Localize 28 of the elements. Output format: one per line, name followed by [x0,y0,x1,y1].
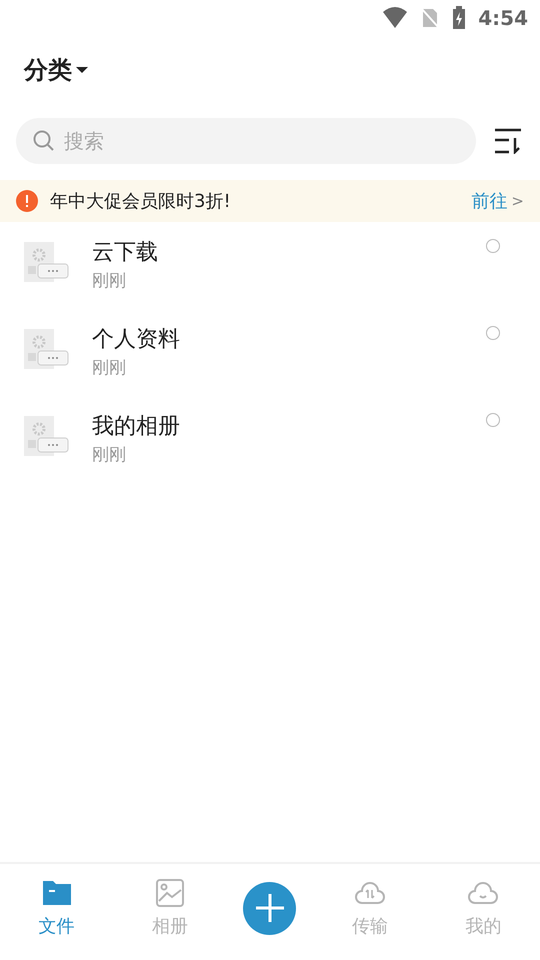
file-time: 刚刚 [92,444,127,467]
file-row[interactable]: 云下载 刚刚 [0,222,540,309]
category-dropdown[interactable]: 分类 [24,52,88,88]
search-field[interactable]: 搜索 [16,118,476,164]
nav-tab[interactable]: 文件 [16,876,97,940]
plus-icon [254,893,285,923]
alert-icon [16,190,38,212]
promo-text: 年中大促会员限时3折! [50,190,232,214]
battery-icon [452,6,466,30]
file-row[interactable]: 个人资料 刚刚 [0,309,540,396]
select-radio[interactable] [486,413,500,427]
file-time: 刚刚 [92,270,127,293]
search-icon [32,129,56,153]
file-row[interactable]: 我的相册 刚刚 [0,396,540,483]
go-link[interactable]: 前往 > [471,188,524,214]
nav-tab[interactable]: 相册 [130,876,210,940]
sort-icon [494,128,522,154]
wifi-icon [382,7,408,29]
file-time: 刚刚 [92,357,127,380]
nav-tab[interactable]: 传输 [330,876,410,940]
select-radio[interactable] [486,326,500,340]
file-name: 个人资料 [92,326,181,354]
select-radio[interactable] [486,239,500,253]
file-name: 云下载 [92,239,159,267]
nav-tab[interactable]: 我的 [443,876,524,940]
caret-icon [76,66,88,74]
clock: 4:54 [478,5,528,32]
file-name: 我的相册 [92,413,181,441]
